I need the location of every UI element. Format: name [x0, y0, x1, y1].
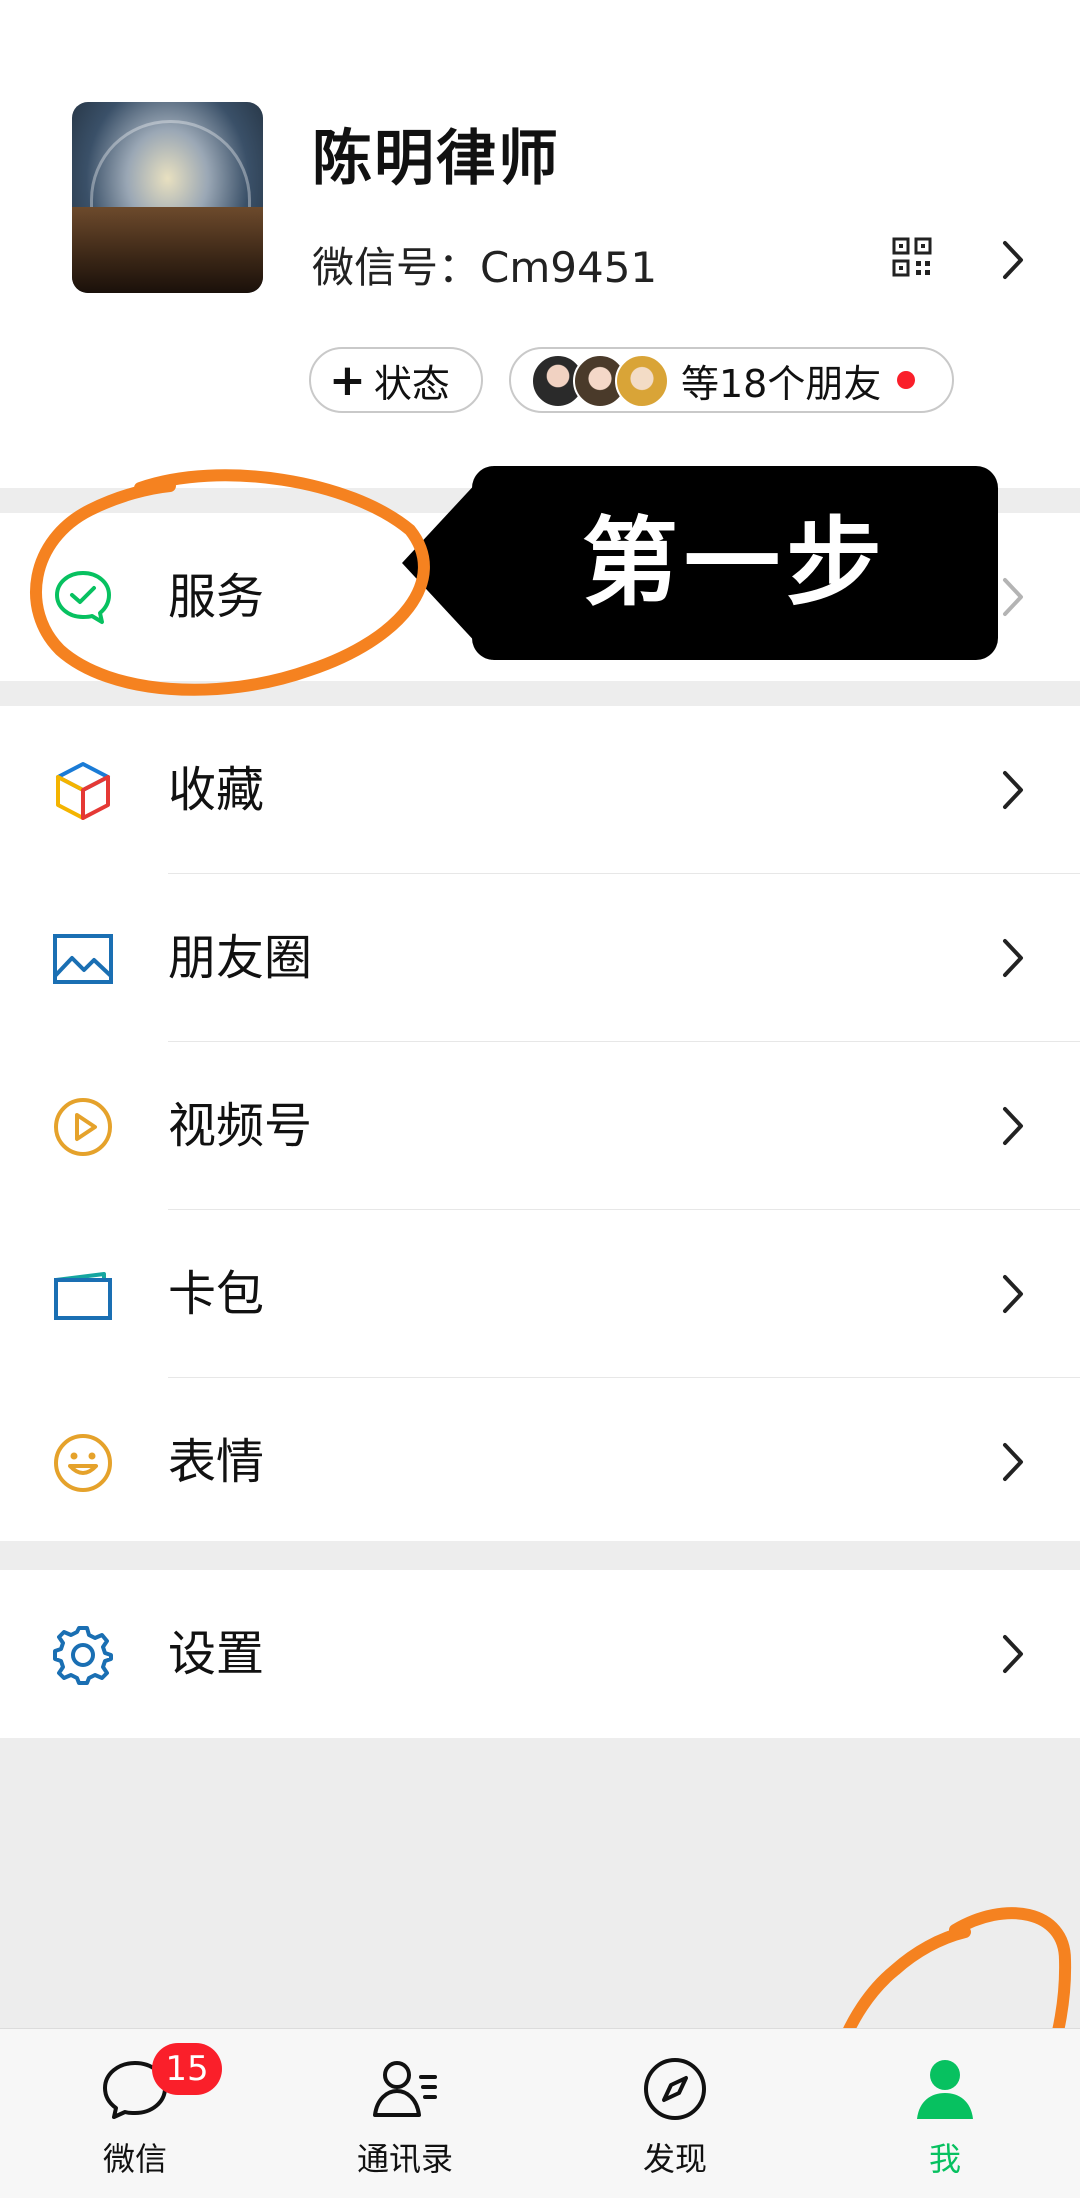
wechat-id-value: Cm9451 [480, 243, 658, 292]
menu-label-favorites: 收藏 [168, 762, 265, 818]
service-icon [52, 567, 114, 629]
menu-label-channels: 视频号 [168, 1098, 313, 1154]
chevron-right-icon [1002, 1442, 1024, 1482]
menu-item-favorites[interactable]: 收藏 [0, 706, 1080, 874]
menu-label-service: 服务 [168, 569, 265, 625]
contacts-icon [371, 2055, 439, 2123]
step-text: 第一步 [582, 507, 888, 619]
bottom-tab-bar: 15 微信 通讯录 发现 我 [0, 2028, 1080, 2198]
tab-me[interactable]: 我 [810, 2029, 1080, 2198]
profile-avatar[interactable] [72, 102, 263, 293]
tab-label-discover: 发现 [642, 2140, 707, 2178]
avatar-city-shape [72, 207, 263, 293]
chevron-right-icon [1002, 1274, 1024, 1314]
menu-label-cards: 卡包 [168, 1266, 265, 1322]
tab-contacts[interactable]: 通讯录 [270, 2029, 540, 2198]
wechat-id: 微信号：Cm9451 [312, 234, 657, 295]
settings-group: 设置 [0, 1570, 1080, 1738]
menu-label-settings: 设置 [168, 1626, 265, 1682]
profile-chevron-right-icon[interactable] [1002, 240, 1024, 280]
wechat-id-label: 微信号： [312, 243, 481, 292]
menu-item-stickers[interactable]: 表情 [0, 1378, 1080, 1546]
compass-icon [641, 2055, 709, 2123]
menu-label-stickers: 表情 [168, 1434, 265, 1490]
menu-item-cards[interactable]: 卡包 [0, 1210, 1080, 1378]
status-label: 状态 [373, 361, 450, 406]
smiley-face-icon [52, 1432, 114, 1494]
menu-label-moments: 朋友圈 [168, 930, 313, 986]
favorites-cube-icon [52, 760, 114, 822]
menu-item-channels[interactable]: 视频号 [0, 1042, 1080, 1210]
main-menu-group: 收藏 朋友圈 视频号 卡包 表情 [0, 706, 1080, 1541]
tab-chats[interactable]: 15 微信 [0, 2029, 270, 2198]
new-status-dot [897, 371, 916, 389]
chevron-right-icon [1002, 1106, 1024, 1146]
gear-icon [52, 1624, 114, 1686]
friends-count-label: 等18个朋友 [681, 361, 882, 406]
chevron-right-icon [1002, 577, 1024, 617]
tab-label-me: 我 [928, 2140, 961, 2178]
moments-picture-icon [52, 928, 114, 990]
chevron-right-icon [1002, 770, 1024, 810]
friend-avatars [531, 354, 671, 408]
channels-play-icon [52, 1096, 114, 1158]
chevron-right-icon [1002, 938, 1024, 978]
profile-header[interactable]: 陈明律师 微信号：Cm9451 + 状态 等18个朋友 [0, 0, 1080, 488]
plus-icon: + [329, 354, 366, 406]
unread-badge: 15 [152, 2043, 222, 2095]
tab-discover[interactable]: 发现 [540, 2029, 810, 2198]
chevron-right-icon [1002, 1634, 1024, 1674]
friends-status-button[interactable]: 等18个朋友 [509, 347, 954, 413]
add-status-button[interactable]: + 状态 [309, 347, 483, 413]
person-icon [911, 2055, 979, 2123]
profile-name: 陈明律师 [312, 124, 560, 194]
tab-label-chats: 微信 [102, 2140, 167, 2178]
step-callout: 第一步 [402, 466, 998, 660]
friend-avatar [615, 354, 669, 408]
qr-code-icon[interactable] [892, 237, 932, 277]
menu-item-settings[interactable]: 设置 [0, 1570, 1080, 1738]
card-wallet-icon [52, 1264, 114, 1326]
menu-item-moments[interactable]: 朋友圈 [0, 874, 1080, 1042]
tab-label-contacts: 通讯录 [356, 2140, 453, 2178]
